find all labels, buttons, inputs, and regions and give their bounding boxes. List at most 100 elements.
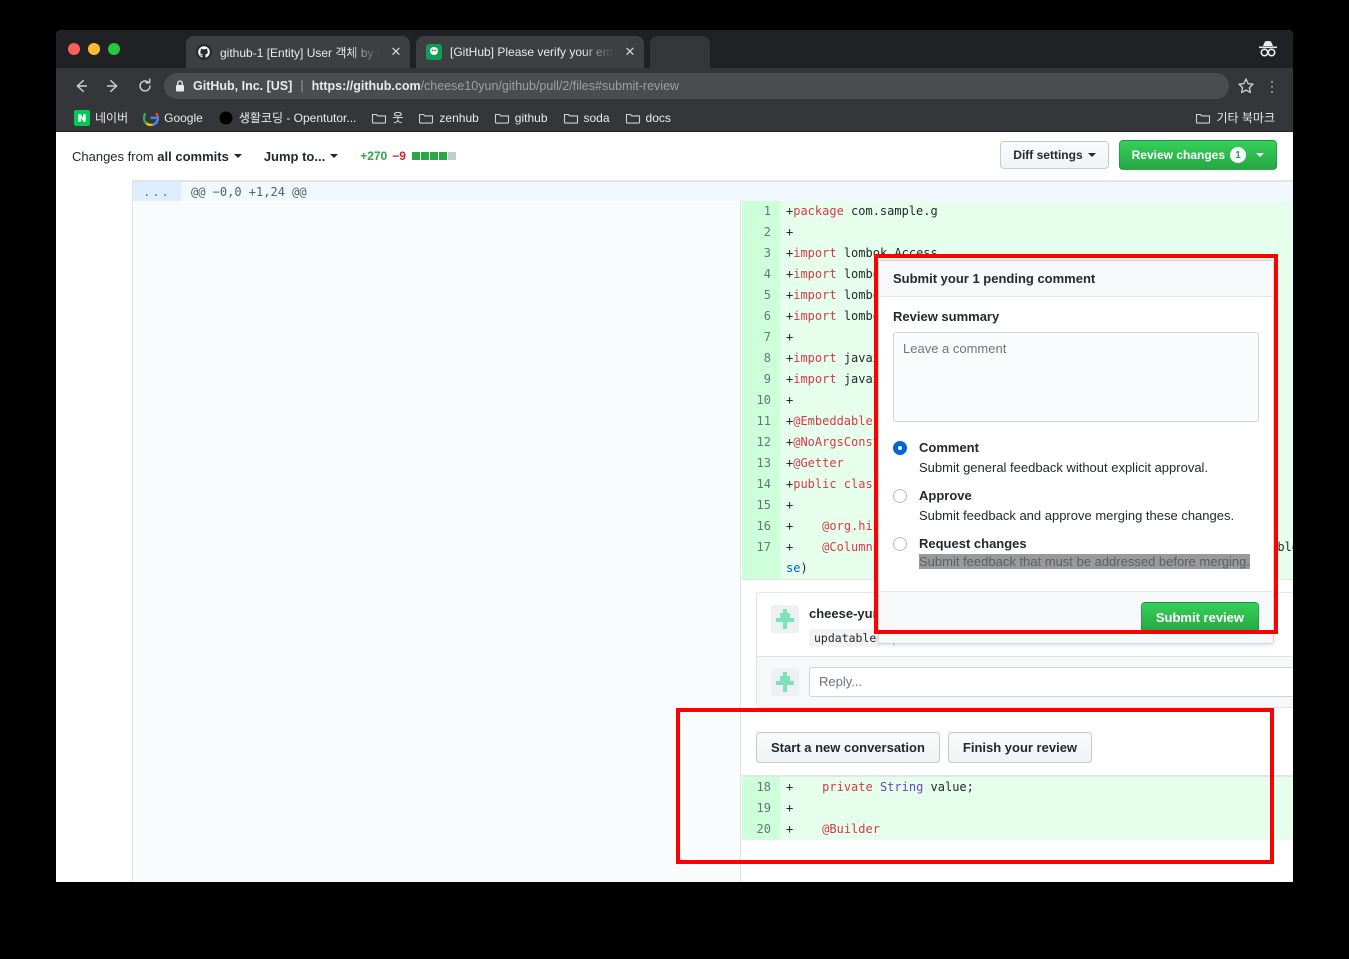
option-description: Submit general feedback without explicit… xyxy=(919,460,1209,475)
hunk-range: @@ −0,0 +1,24 @@ xyxy=(191,184,307,199)
star-icon[interactable] xyxy=(1237,77,1255,95)
close-window-button[interactable] xyxy=(68,43,80,55)
review-dialog-body: Review summary xyxy=(879,297,1273,427)
diffstat: +270 −9 xyxy=(360,149,456,163)
bookmark-opentutorials[interactable]: 생활코딩 - Opentutor... xyxy=(212,106,363,129)
diff-line: 1 +package com.sample.g xyxy=(742,201,1293,222)
line-number[interactable]: 20 xyxy=(742,819,780,840)
line-number[interactable]: 11 xyxy=(742,411,780,432)
avatar xyxy=(771,605,799,633)
review-option-approve[interactable]: Approve Submit feedback and approve merg… xyxy=(893,487,1259,523)
bookmark-folder-github[interactable]: github xyxy=(488,107,554,129)
line-number[interactable]: 14 xyxy=(742,474,780,495)
radio-icon[interactable] xyxy=(893,441,907,455)
review-option-comment[interactable]: Comment Submit general feedback without … xyxy=(893,439,1259,475)
bookmark-label: 기타 북마크 xyxy=(1216,111,1275,125)
folder-icon xyxy=(625,110,641,126)
expand-hunk-button[interactable]: ... xyxy=(133,181,181,202)
bookmark-label: zenhub xyxy=(439,110,479,125)
line-number[interactable]: 4 xyxy=(742,264,780,285)
line-number[interactable]: 12 xyxy=(742,432,780,453)
line-number[interactable]: 16 xyxy=(742,516,780,537)
diff-line: 2 + xyxy=(742,222,1293,243)
chevron-down-icon xyxy=(1087,153,1096,157)
url-input[interactable]: GitHub, Inc. [US] | https://github.com/c… xyxy=(164,73,1229,99)
chevron-down-icon xyxy=(233,154,242,158)
browser-tab-strip: github-1 [Entity] User 객체 by c ✕ [GitHub… xyxy=(56,30,1293,68)
browser-tab-2[interactable]: [GitHub] Please verify your em ✕ xyxy=(416,36,644,68)
line-number[interactable]: 5 xyxy=(742,285,780,306)
radio-icon[interactable] xyxy=(893,489,907,503)
review-changes-label: Review changes xyxy=(1131,148,1225,162)
line-number[interactable]: 3 xyxy=(742,243,780,264)
line-number[interactable]: 1 xyxy=(742,201,780,222)
bookmark-folder-soda[interactable]: soda xyxy=(557,107,616,129)
diff-settings-button[interactable]: Diff settings xyxy=(1000,141,1109,169)
submit-review-button[interactable]: Submit review xyxy=(1140,602,1259,633)
line-number[interactable]: 18 xyxy=(742,777,780,798)
line-number[interactable]: 8 xyxy=(742,348,780,369)
line-number[interactable]: 9 xyxy=(742,369,780,390)
new-tab-placeholder[interactable] xyxy=(650,36,710,68)
bookmark-label: 웃 xyxy=(392,111,404,125)
jump-to-dropdown[interactable]: Jump to... xyxy=(263,148,339,164)
bookmark-folder-zenhub[interactable]: zenhub xyxy=(412,107,484,129)
reload-icon[interactable] xyxy=(132,73,158,99)
folder-icon xyxy=(494,110,510,126)
line-code: + xyxy=(786,225,794,239)
line-number[interactable]: 17 xyxy=(742,537,780,579)
maximize-window-button[interactable] xyxy=(108,43,120,55)
bookmark-label: 생활코딩 - Opentutor... xyxy=(238,111,357,125)
review-option-request-changes[interactable]: Request changes Submit feedback that mus… xyxy=(893,535,1259,571)
diffstat-deletions: −9 xyxy=(392,149,406,163)
bookmark-folder-1[interactable]: 웃 xyxy=(365,106,409,129)
review-summary-input[interactable] xyxy=(893,332,1259,422)
bookmark-label: soda xyxy=(583,110,610,125)
line-number[interactable]: 15 xyxy=(742,495,780,516)
thread-action-row: Start a new conversation Finish your rev… xyxy=(742,720,1293,776)
close-icon[interactable]: ✕ xyxy=(388,44,404,60)
bookmark-folder-docs[interactable]: docs xyxy=(619,107,677,129)
browser-tab-1-title: github-1 [Entity] User 객체 by c xyxy=(220,45,383,60)
close-icon[interactable]: ✕ xyxy=(622,44,638,60)
finish-your-review-button[interactable]: Finish your review xyxy=(947,732,1093,763)
line-code: + xyxy=(786,801,794,815)
line-number[interactable]: 13 xyxy=(742,453,780,474)
browser-tab-2-title: [GitHub] Please verify your em xyxy=(450,45,613,59)
changes-from-dropdown[interactable]: Changes from all commits xyxy=(72,149,242,164)
browser-window: github-1 [Entity] User 객체 by c ✕ [GitHub… xyxy=(56,30,1293,882)
comment-author[interactable]: cheese-yun xyxy=(809,606,881,621)
browser-tab-1[interactable]: github-1 [Entity] User 객체 by c ✕ xyxy=(186,36,410,68)
line-number[interactable]: 2 xyxy=(742,222,780,243)
bookmark-other-bookmarks[interactable]: 기타 북마크 xyxy=(1189,106,1281,129)
browser-omnibox-row: GitHub, Inc. [US] | https://github.com/c… xyxy=(56,68,1293,104)
diff-hunk-header: ... @@ −0,0 +1,24 @@ xyxy=(133,181,1293,202)
bookmark-google[interactable]: Google xyxy=(137,107,209,129)
changes-from-prefix: Changes from xyxy=(72,148,154,164)
forward-icon[interactable] xyxy=(100,73,126,99)
line-code: + private String value; xyxy=(786,780,974,794)
diff-settings-label: Diff settings xyxy=(1013,148,1083,162)
line-number[interactable]: 6 xyxy=(742,306,780,327)
line-number[interactable]: 19 xyxy=(742,798,780,819)
reply-input[interactable]: Reply... xyxy=(809,667,1293,697)
minimize-window-button[interactable] xyxy=(88,43,100,55)
chevron-down-icon xyxy=(330,154,339,158)
start-new-conversation-button[interactable]: Start a new conversation xyxy=(756,732,940,763)
bookmarks-bar: 네이버 Google 생활코딩 - Opentutor... 웃 zenhub xyxy=(56,104,1293,132)
option-description: Submit feedback and approve merging thes… xyxy=(919,508,1235,523)
changes-from-value: all commits xyxy=(157,148,229,164)
kebab-menu-icon[interactable]: ⋮ xyxy=(1263,79,1281,93)
folder-icon xyxy=(563,110,579,126)
radio-icon[interactable] xyxy=(893,537,907,551)
diff-line: 19 + xyxy=(742,798,1293,819)
bookmark-label: docs xyxy=(645,110,671,125)
jump-to-label: Jump to... xyxy=(263,148,326,164)
line-number[interactable]: 10 xyxy=(742,390,780,411)
bookmark-naver[interactable]: 네이버 xyxy=(68,106,134,129)
pr-toolbar-right: Diff settings Review changes 1 xyxy=(1000,140,1277,170)
line-number[interactable]: 7 xyxy=(742,327,780,348)
review-changes-button[interactable]: Review changes 1 xyxy=(1118,140,1277,170)
option-description: Submit feedback that must be addressed b… xyxy=(919,554,1250,569)
back-icon[interactable] xyxy=(68,73,94,99)
